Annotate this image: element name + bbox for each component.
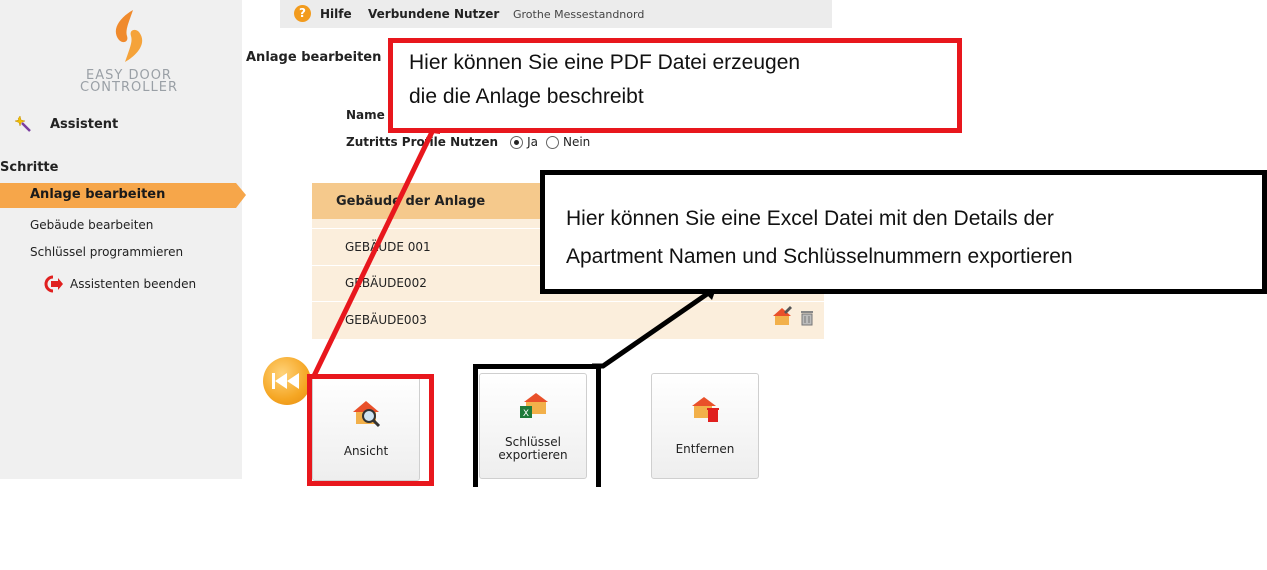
excel-connector-line [592,289,712,369]
pdf-callout-line-1: Hier können Sie eine PDF Datei erzeugen [409,51,801,74]
pdf-connector-line [310,130,435,380]
pdf-callout-line-2: die die Anlage beschreibt [409,85,644,108]
excel-callout-line-2: Apartment Namen und Schlüsselnummern exp… [566,245,1073,268]
excel-callout-line-1: Hier können Sie eine Excel Datei mit den… [566,207,1054,230]
pdf-callout-text: Hier können Sie eine PDF Datei erzeugen … [409,46,949,114]
excel-callout-text: Hier können Sie eine Excel Datei mit den… [566,200,1256,276]
